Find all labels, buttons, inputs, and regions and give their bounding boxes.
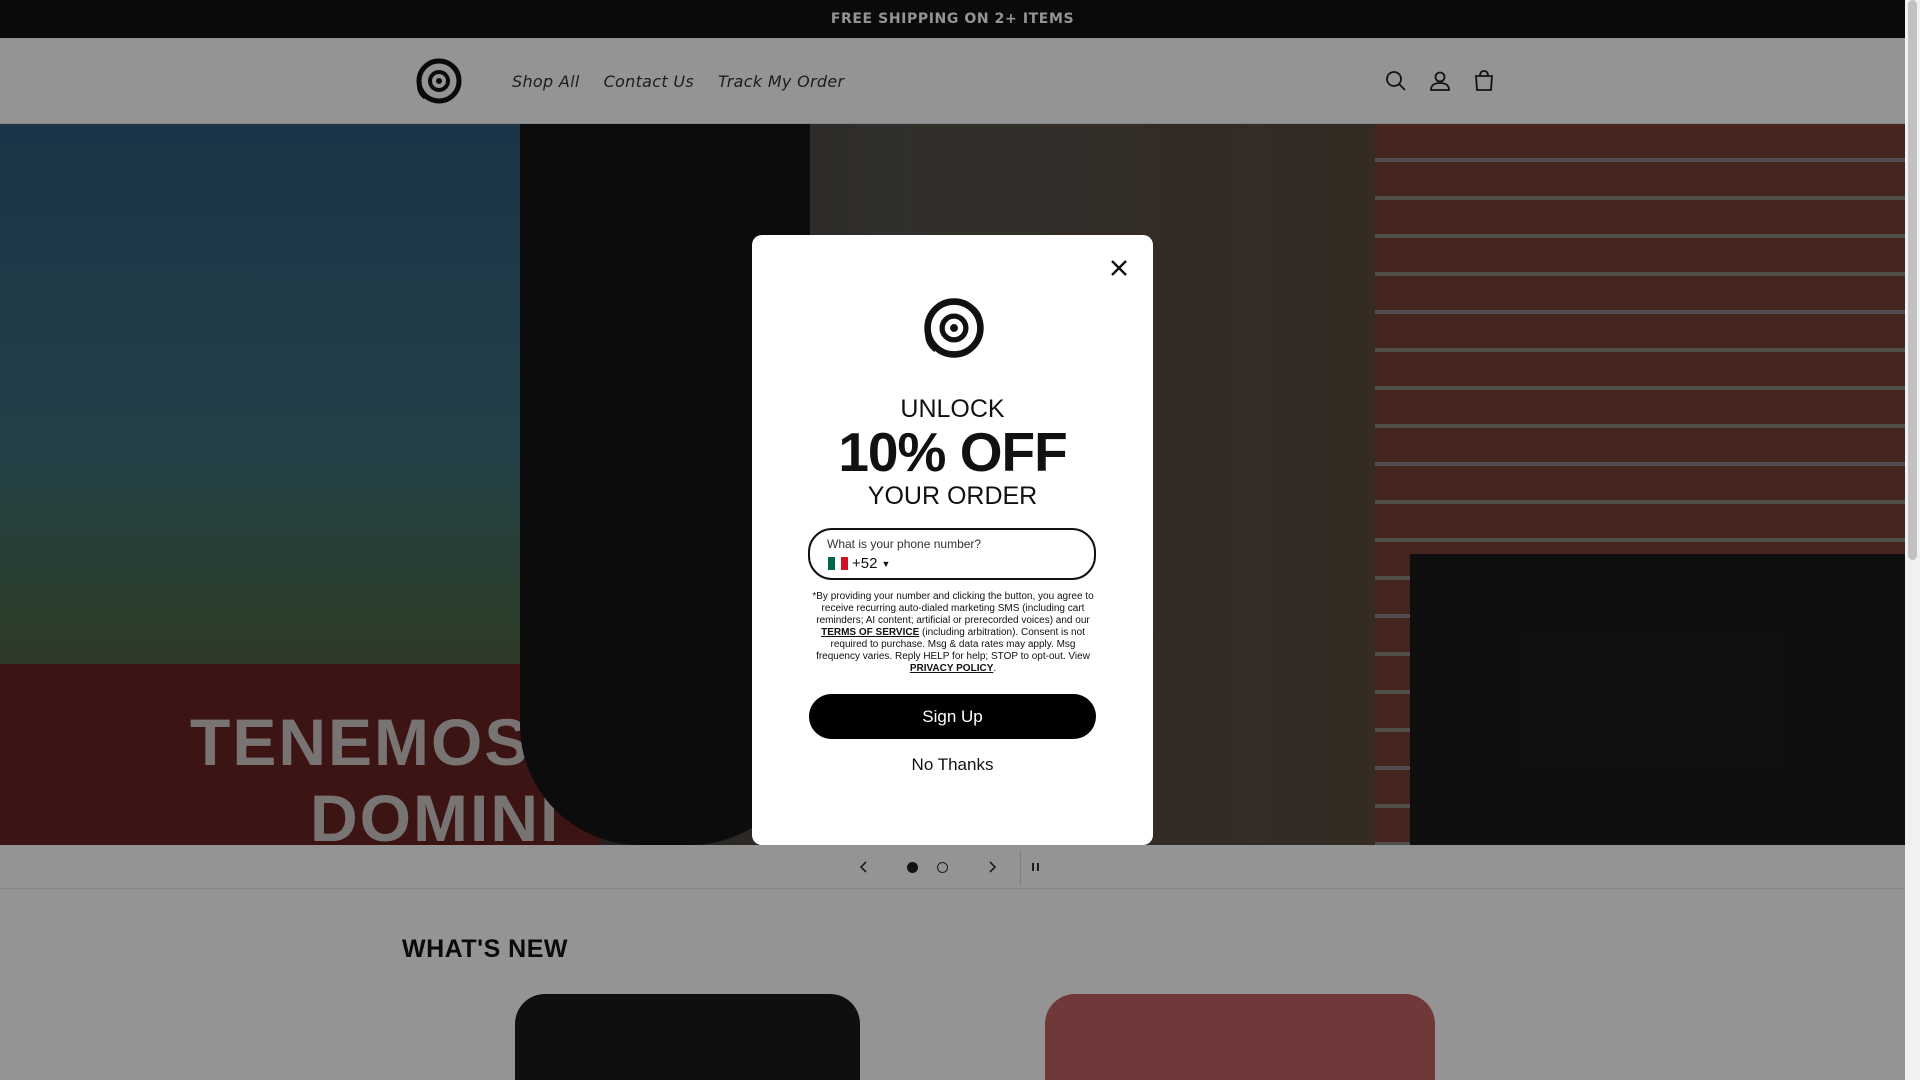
scrollbar-thumb[interactable] — [1908, 0, 1917, 560]
sms-disclaimer: *By providing your number and clicking t… — [812, 591, 1094, 674]
modal-your-order-text: YOUR ORDER — [867, 482, 1038, 510]
phone-input-label: What is your phone number? — [827, 537, 982, 551]
country-code-value: +52 — [852, 555, 878, 572]
dropdown-caret-icon: ▼ — [881, 558, 891, 569]
modal-backdrop-lower[interactable] — [0, 845, 1905, 1080]
sign-up-button[interactable]: Sign Up — [809, 694, 1096, 739]
modal-logo — [917, 295, 991, 361]
modal-discount-text: 10% OFF — [838, 421, 1067, 483]
mexico-flag-icon — [828, 557, 849, 570]
privacy-policy-link[interactable]: PRIVACY POLICY — [910, 663, 994, 674]
phone-input[interactable]: What is your phone number? +52 ▼ — [808, 528, 1096, 580]
close-icon[interactable] — [1106, 255, 1132, 281]
signup-modal: UNLOCK 10% OFF YOUR ORDER What is your p… — [752, 235, 1153, 845]
no-thanks-button[interactable]: No Thanks — [752, 755, 1153, 775]
terms-of-service-link[interactable]: TERMS OF SERVICE — [821, 627, 919, 638]
country-code-select[interactable]: +52 ▼ — [828, 555, 890, 572]
